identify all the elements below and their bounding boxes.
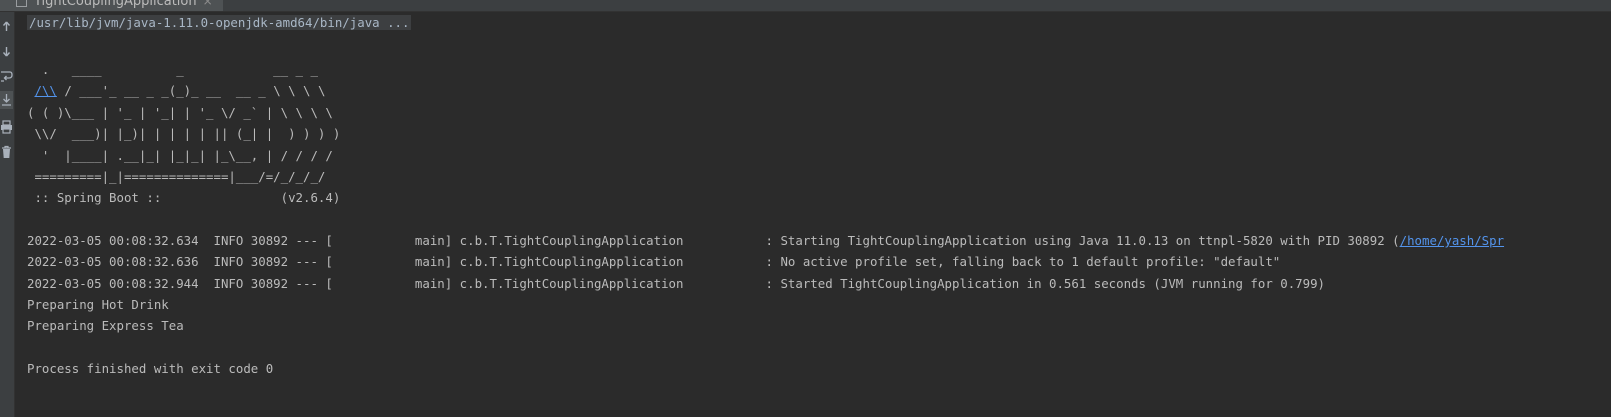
log-line: 2022-03-05 00:08:32.944 INFO 30892 --- [… (27, 276, 1326, 291)
banner-line: =========|_|==============|___/=/_/_/_/ (27, 169, 326, 184)
console-output[interactable]: /usr/lib/jvm/java-1.11.0-openjdk-amd64/b… (27, 12, 1611, 376)
trash-icon[interactable] (0, 143, 13, 161)
print-icon[interactable] (0, 118, 13, 136)
banner-line: ' |____| .__|_| |_|_| |_\__, | / / / / (27, 148, 333, 163)
banner-line: . ____ _ __ _ _ (27, 62, 318, 77)
run-tab-bar: TightCouplingApplication × (0, 0, 1611, 12)
banner-link[interactable]: /\\ (34, 83, 56, 98)
up-arrow-icon[interactable] (0, 18, 13, 36)
run-tab-title: TightCouplingApplication (34, 0, 197, 9)
banner-line: \\/ ___)| |_)| | | | | || (_| | ) ) ) ) (27, 126, 341, 141)
run-tab[interactable]: TightCouplingApplication × (0, 0, 223, 11)
program-output-line: Preparing Hot Drink (27, 297, 169, 312)
program-output-line: Preparing Express Tea (27, 318, 184, 333)
exit-status-line: Process finished with exit code 0 (27, 361, 274, 376)
down-arrow-icon[interactable] (0, 42, 13, 60)
command-line-text[interactable]: /usr/lib/jvm/java-1.11.0-openjdk-amd64/b… (27, 15, 412, 30)
scroll-to-end-icon[interactable] (0, 91, 13, 109)
banner-line: /\\ / ___'_ __ _ _(_)_ __ __ _ \ \ \ \ (27, 80, 325, 101)
console-toolbar (0, 12, 15, 417)
run-window: TightCouplingApplication × /usr/lib/jvm/j… (0, 0, 1611, 417)
close-icon[interactable]: × (203, 0, 213, 8)
log-line: 2022-03-05 00:08:32.636 INFO 30892 --- [… (27, 254, 1281, 269)
command-line: /usr/lib/jvm/java-1.11.0-openjdk-amd64/b… (27, 12, 412, 33)
spring-boot-version: :: Spring Boot :: (v2.6.4) (27, 190, 341, 205)
soft-wrap-icon[interactable] (0, 67, 13, 85)
log-line-text: 2022-03-05 00:08:32.634 INFO 30892 --- [… (27, 233, 1400, 248)
log-line: 2022-03-05 00:08:32.634 INFO 30892 --- [… (27, 230, 1504, 251)
banner-line-text: / ___'_ __ _ _(_)_ __ __ _ \ \ \ \ (56, 83, 326, 98)
banner-line: ( ( )\___ | '_ | '_| | '_ \/ _` | \ \ \ … (27, 105, 333, 120)
run-config-icon (16, 0, 27, 7)
log-path-link[interactable]: /home/yash/Spr (1400, 233, 1504, 248)
